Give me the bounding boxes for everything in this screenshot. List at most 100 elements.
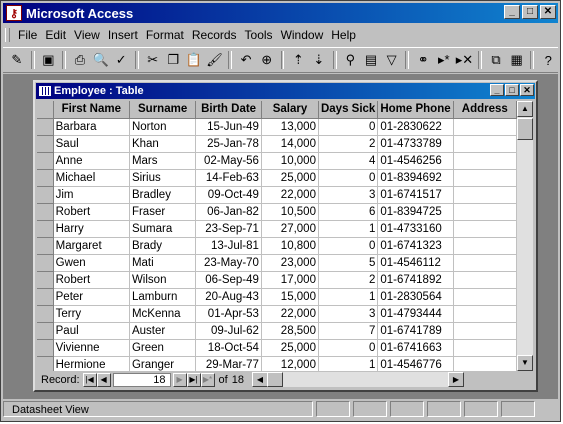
cell-first-name[interactable]: Barbara [53, 118, 130, 136]
cell-birth-date[interactable]: 23-May-70 [195, 254, 262, 272]
spelling-icon[interactable]: ✓ [111, 50, 131, 70]
record-selector[interactable] [37, 152, 54, 170]
record-selector[interactable] [37, 203, 54, 221]
select-all-corner[interactable] [37, 101, 54, 119]
cell-home-phone[interactable]: 01-2830564 [377, 288, 454, 306]
column-header-surname[interactable]: Surname [129, 101, 197, 119]
cut-icon[interactable]: ✂ [143, 50, 163, 70]
table-row[interactable]: Jim Bradley 09-Oct-49 22,000 3 01-6741517 [37, 186, 517, 204]
horizontal-scroll-thumb[interactable] [266, 372, 283, 387]
new-object-icon[interactable]: ▦ [507, 50, 527, 70]
cell-salary[interactable]: 10,000 [261, 152, 319, 170]
cell-salary[interactable]: 12,000 [261, 356, 319, 371]
cell-surname[interactable]: Norton [129, 118, 197, 136]
cell-home-phone[interactable]: 01-6741663 [377, 339, 454, 357]
cell-days-sick[interactable]: 3 [318, 305, 379, 323]
table-row[interactable]: Vivienne Green 18-Oct-54 25,000 0 01-6741663 [37, 339, 517, 357]
delete-record-icon[interactable]: ▸✕ [455, 50, 475, 70]
menu-tools[interactable]: Tools [241, 28, 277, 42]
cell-days-sick[interactable]: 7 [318, 322, 379, 340]
cell-surname[interactable]: Mati [129, 254, 197, 272]
find-icon[interactable]: ⚭ [413, 50, 433, 70]
table-row[interactable]: Peter Lamburn 20-Aug-43 15,000 1 01-2830564 [37, 288, 517, 306]
record-selector[interactable] [37, 339, 54, 357]
last-record-button[interactable]: ▶| [186, 372, 201, 387]
cell-home-phone[interactable]: 01-6741789 [377, 322, 454, 340]
cell-home-phone[interactable]: 01-4733789 [377, 135, 454, 153]
cell-surname[interactable]: Fraser [129, 203, 197, 221]
cell-home-phone[interactable]: 01-4733160 [377, 220, 454, 238]
menubar-grip[interactable] [5, 28, 10, 42]
cell-address[interactable] [453, 169, 517, 187]
cell-salary[interactable]: 23,000 [261, 254, 319, 272]
help-icon[interactable]: ? [538, 50, 558, 70]
record-selector[interactable] [37, 220, 54, 238]
scroll-left-arrow-icon[interactable]: ◀ [251, 372, 268, 387]
cell-first-name[interactable]: Michael [53, 169, 130, 187]
table-row[interactable]: Robert Wilson 06-Sep-49 17,000 2 01-6741892 [37, 271, 517, 289]
cell-days-sick[interactable]: 3 [318, 186, 379, 204]
cell-address[interactable] [453, 305, 517, 323]
table-row[interactable]: Terry McKenna 01-Apr-53 22,000 3 01-4793444 [37, 305, 517, 323]
record-selector[interactable] [37, 169, 54, 187]
cell-surname[interactable]: Brady [129, 237, 197, 255]
next-record-button[interactable]: ▶ [172, 372, 187, 387]
cell-address[interactable] [453, 203, 517, 221]
scroll-down-arrow-icon[interactable]: ▼ [517, 355, 533, 371]
cell-home-phone[interactable]: 01-8394692 [377, 169, 454, 187]
cell-surname[interactable]: Sirius [129, 169, 197, 187]
cell-home-phone[interactable]: 01-4546256 [377, 152, 454, 170]
cell-address[interactable] [453, 356, 517, 371]
cell-first-name[interactable]: Margaret [53, 237, 130, 255]
cell-days-sick[interactable]: 6 [318, 203, 379, 221]
cell-surname[interactable]: Mars [129, 152, 197, 170]
cell-first-name[interactable]: Robert [53, 271, 130, 289]
minimize-button[interactable]: _ [504, 5, 520, 19]
cell-days-sick[interactable]: 0 [318, 237, 379, 255]
menu-file[interactable]: File [14, 28, 41, 42]
column-header-address[interactable]: Address [453, 101, 517, 119]
cell-salary[interactable]: 22,000 [261, 186, 319, 204]
column-header-days-sick[interactable]: Days Sick [318, 101, 379, 119]
cell-first-name[interactable]: Robert [53, 203, 130, 221]
cell-salary[interactable]: 27,000 [261, 220, 319, 238]
table-row[interactable]: Margaret Brady 13-Jul-81 10,800 0 01-6741323 [37, 237, 517, 255]
menu-format[interactable]: Format [142, 28, 188, 42]
cell-home-phone[interactable]: 01-4793444 [377, 305, 454, 323]
sort-ascending-icon[interactable]: ⇡ [288, 50, 308, 70]
cell-first-name[interactable]: Harry [53, 220, 130, 238]
cell-address[interactable] [453, 288, 517, 306]
cell-birth-date[interactable]: 09-Jul-62 [195, 322, 262, 340]
cell-days-sick[interactable]: 4 [318, 152, 379, 170]
apply-filter-icon[interactable]: ▽ [382, 50, 402, 70]
cell-surname[interactable]: Khan [129, 135, 197, 153]
cell-address[interactable] [453, 339, 517, 357]
cell-first-name[interactable]: Terry [53, 305, 130, 323]
cell-home-phone[interactable]: 01-4546776 [377, 356, 454, 371]
cell-address[interactable] [453, 237, 517, 255]
view-design-icon[interactable]: ✎ [7, 50, 27, 70]
cell-birth-date[interactable]: 02-May-56 [195, 152, 262, 170]
menu-window[interactable]: Window [277, 28, 328, 42]
column-header-salary[interactable]: Salary [261, 101, 319, 119]
table-row[interactable]: Anne Mars 02-May-56 10,000 4 01-4546256 [37, 152, 517, 170]
cell-days-sick[interactable]: 0 [318, 339, 379, 357]
cell-birth-date[interactable]: 29-Mar-77 [195, 356, 262, 371]
cell-days-sick[interactable]: 0 [318, 169, 379, 187]
cell-surname[interactable]: Lamburn [129, 288, 197, 306]
record-selector[interactable] [37, 356, 54, 371]
record-selector[interactable] [37, 186, 54, 204]
cell-address[interactable] [453, 271, 517, 289]
cell-birth-date[interactable]: 23-Sep-71 [195, 220, 262, 238]
cell-salary[interactable]: 10,500 [261, 203, 319, 221]
print-preview-icon[interactable]: 🔍 [91, 50, 111, 70]
close-button[interactable]: ✕ [540, 5, 556, 19]
cell-birth-date[interactable]: 01-Apr-53 [195, 305, 262, 323]
sort-descending-icon[interactable]: ⇣ [309, 50, 329, 70]
table-row[interactable]: Gwen Mati 23-May-70 23,000 5 01-4546112 [37, 254, 517, 272]
paste-icon[interactable]: 📋 [184, 50, 204, 70]
cell-birth-date[interactable]: 06-Jan-82 [195, 203, 262, 221]
cell-surname[interactable]: Green [129, 339, 197, 357]
cell-address[interactable] [453, 152, 517, 170]
cell-salary[interactable]: 10,800 [261, 237, 319, 255]
